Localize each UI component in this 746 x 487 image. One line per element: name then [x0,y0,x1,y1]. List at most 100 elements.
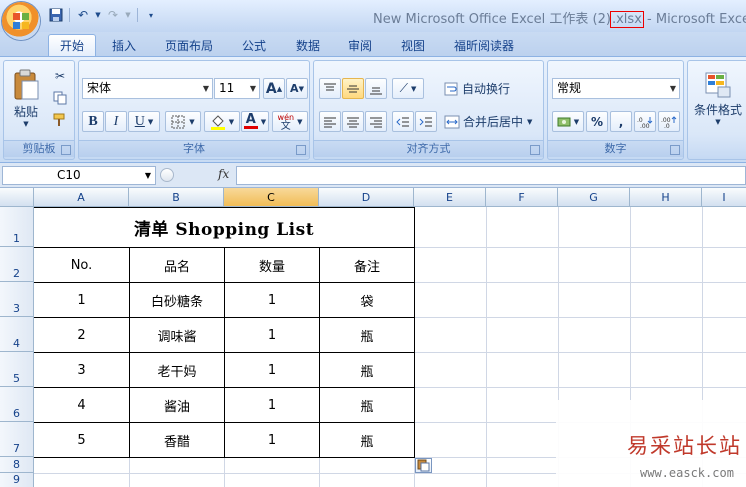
column-header-e[interactable]: E [414,188,486,207]
number-format-combo[interactable]: 常规 ▼ [552,78,680,99]
undo-icon[interactable]: ↶ [75,7,91,23]
table-cell[interactable]: 3 [34,352,130,388]
column-header-g[interactable]: G [558,188,630,207]
cut-icon[interactable]: ✂ [50,67,70,85]
table-cell[interactable]: 1 [34,282,130,318]
comma-style-button[interactable]: , [610,111,632,132]
table-cell[interactable]: 瓶 [319,387,415,423]
conditional-format-button[interactable]: 条件格式 ▼ [688,65,746,131]
tab-insert[interactable]: 插入 [104,36,144,56]
decrease-decimal-icon[interactable]: .00.0 [658,111,680,132]
format-painter-icon[interactable] [50,111,70,129]
wrap-text-button[interactable]: 自动换行 [444,78,540,99]
table-cell[interactable]: 1 [224,317,320,353]
align-center-icon[interactable] [342,111,364,132]
borders-button[interactable]: ▼ [165,111,201,132]
table-cell[interactable]: 瓶 [319,422,415,458]
increase-decimal-icon[interactable]: .0.00 [634,111,656,132]
table-cell[interactable]: 5 [34,422,130,458]
tab-foxit-reader[interactable]: 福昕阅读器 [446,36,522,56]
table-cell[interactable]: 白砂糖条 [129,282,225,318]
percent-button[interactable]: % [586,111,608,132]
table-cell[interactable]: 1 [224,422,320,458]
insert-function-icon[interactable]: fx [218,167,229,181]
select-all-button[interactable] [0,188,34,207]
underline-button[interactable]: U ▼ [128,111,160,132]
alignment-dialog-launcher[interactable] [530,145,540,155]
office-button[interactable] [2,2,40,40]
align-top-icon[interactable] [319,78,341,99]
table-header-cell[interactable]: No. [34,247,130,283]
table-header-cell[interactable]: 备注 [319,247,415,283]
align-right-icon[interactable] [365,111,387,132]
increase-indent-icon[interactable] [415,111,437,132]
row-header-5[interactable]: 5 [0,352,34,387]
row-header-7[interactable]: 7 [0,422,34,457]
redo-icon[interactable]: ↷ [105,7,121,23]
column-header-h[interactable]: H [630,188,702,207]
decrease-indent-icon[interactable] [392,111,414,132]
row-header-3[interactable]: 3 [0,282,34,317]
font-name-combo[interactable]: 宋体 ▼ [82,78,213,99]
undo-dropdown-icon[interactable]: ▼ [94,7,102,23]
fill-color-button[interactable]: ▼ [204,111,240,132]
formula-input[interactable] [236,166,746,185]
paste-options-button[interactable] [415,458,432,473]
column-header-i[interactable]: I [702,188,746,207]
column-header-c[interactable]: C [224,188,319,207]
table-cell[interactable]: 调味酱 [129,317,225,353]
grow-font-button[interactable]: A ▲ [263,78,285,99]
clipboard-dialog-launcher[interactable] [61,145,71,155]
number-dialog-launcher[interactable] [670,145,680,155]
tab-page-layout[interactable]: 页面布局 [158,36,220,56]
customize-toolbar-icon[interactable]: ▾ [143,7,159,23]
italic-button[interactable]: I [105,111,127,132]
align-left-icon[interactable] [319,111,341,132]
font-dialog-launcher[interactable] [296,145,306,155]
column-header-a[interactable]: A [34,188,129,207]
column-header-f[interactable]: F [486,188,558,207]
row-header-9[interactable]: 9 [0,473,34,487]
shrink-font-button[interactable]: A ▼ [286,78,308,99]
table-header-cell[interactable]: 品名 [129,247,225,283]
table-cell[interactable]: 4 [34,387,130,423]
table-cell[interactable]: 2 [34,317,130,353]
tab-formulas[interactable]: 公式 [234,36,274,56]
table-cell[interactable]: 袋 [319,282,415,318]
table-header-cell[interactable]: 数量 [224,247,320,283]
table-cell[interactable]: 1 [224,387,320,423]
align-middle-icon[interactable] [342,78,364,99]
column-header-d[interactable]: D [319,188,414,207]
tab-home[interactable]: 开始 [48,34,96,57]
row-header-6[interactable]: 6 [0,387,34,422]
orientation-button[interactable]: ⟋ ▼ [392,78,424,99]
row-header-2[interactable]: 2 [0,247,34,282]
phonetic-guide-button[interactable]: wén 文 ▼ [272,111,308,132]
font-color-button[interactable]: A ▼ [241,111,269,132]
formula-bar-resize-handle[interactable] [160,168,174,182]
merge-center-button[interactable]: 合并后居中 ▼ [444,111,540,132]
accounting-format-button[interactable]: ▼ [552,111,584,132]
table-cell[interactable]: 瓶 [319,352,415,388]
column-header-b[interactable]: B [129,188,224,207]
paste-button[interactable]: 粘贴 ▼ [8,65,44,131]
name-box[interactable]: C10 ▼ [2,166,156,185]
tab-data[interactable]: 数据 [288,36,328,56]
copy-icon[interactable] [50,89,70,107]
font-size-combo[interactable]: 11 ▼ [214,78,260,99]
row-header-1[interactable]: 1 [0,207,34,247]
table-cell[interactable]: 瓶 [319,317,415,353]
table-cell[interactable]: 酱油 [129,387,225,423]
row-header-8[interactable]: 8 [0,457,34,473]
table-cell[interactable]: 香醋 [129,422,225,458]
tab-review[interactable]: 审阅 [340,36,380,56]
redo-dropdown-icon[interactable]: ▼ [124,7,132,23]
align-bottom-icon[interactable] [365,78,387,99]
table-cell[interactable]: 老干妈 [129,352,225,388]
save-icon[interactable] [48,7,64,23]
table-cell[interactable]: 1 [224,282,320,318]
table-cell[interactable]: 1 [224,352,320,388]
bold-button[interactable]: B [82,111,104,132]
sheet-title[interactable]: 清单 Shopping List [34,207,415,248]
row-header-4[interactable]: 4 [0,317,34,352]
